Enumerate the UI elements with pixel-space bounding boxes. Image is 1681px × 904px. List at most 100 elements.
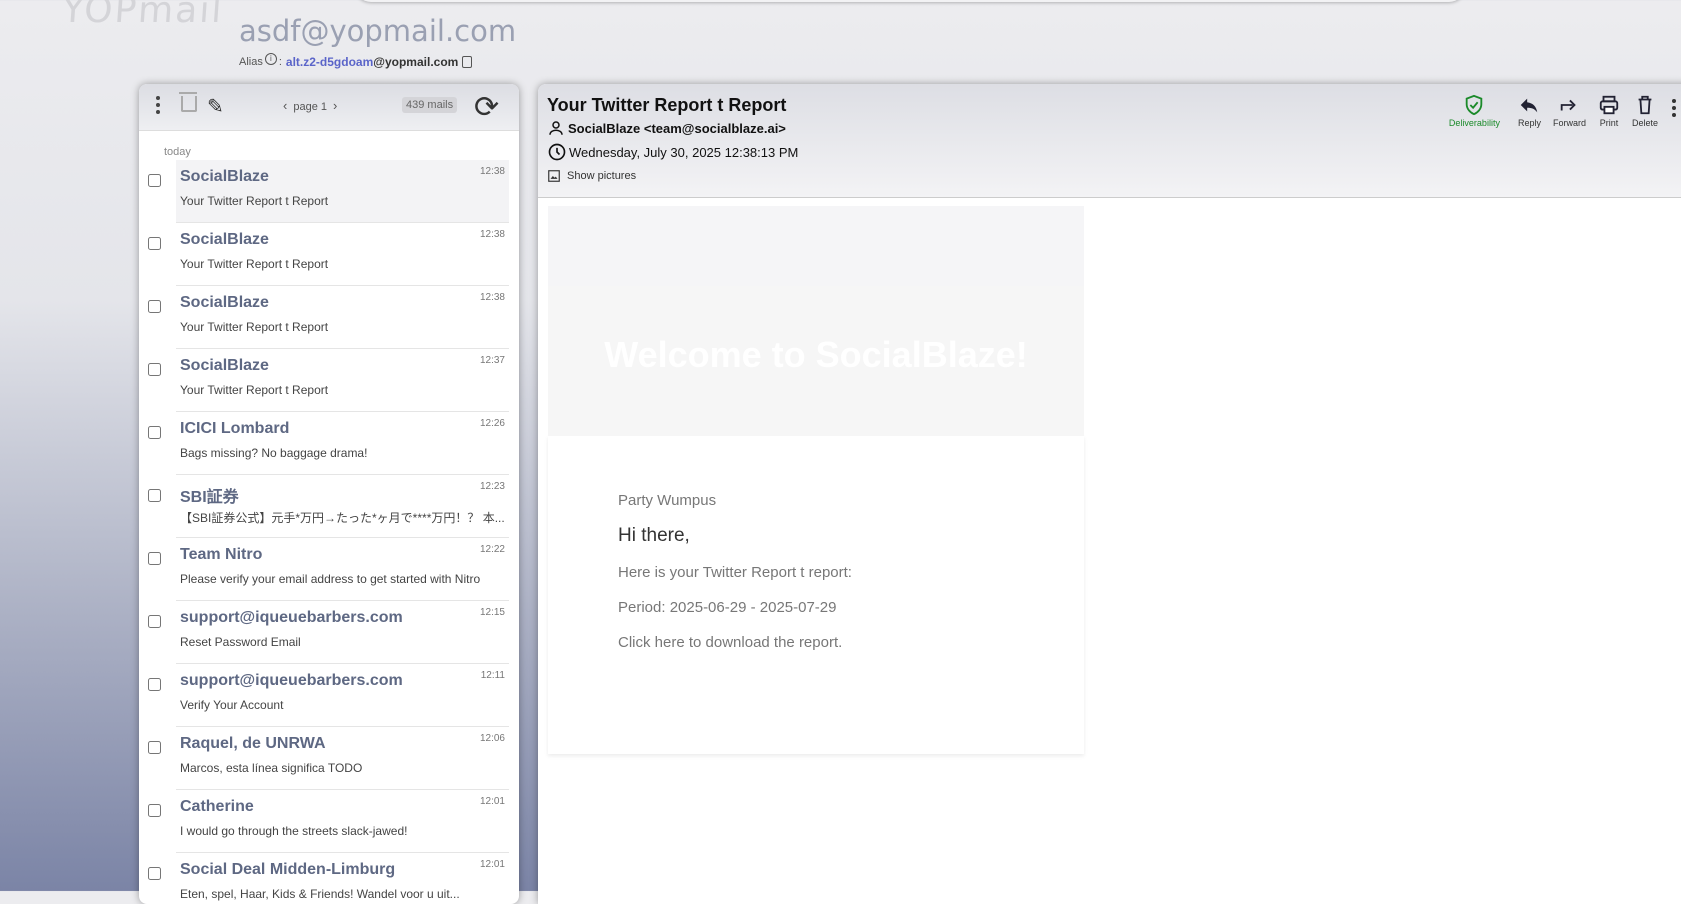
email-content: Party Wumpus Hi there, Here is your Twit… (548, 436, 1084, 754)
refresh-icon[interactable]: ⟳ (474, 90, 499, 125)
yopmail-logo[interactable]: YOPmail (60, 0, 233, 36)
mail-from: SocialBlaze (180, 231, 269, 248)
sender: SocialBlaze <team@socialblaze.ai> (568, 120, 786, 136)
alias-line: Alias i : alt.z2-d5gdoam @yopmail.com (239, 53, 473, 71)
mail-select-checkbox[interactable] (148, 489, 161, 502)
mail-list-item[interactable]: support@iqueuebarbers.com Verify Your Acc… (148, 664, 509, 727)
mail-time: 12:38 (479, 292, 505, 303)
email-brand: Party Wumpus (618, 492, 717, 509)
forward-button[interactable]: Forward (1553, 94, 1586, 128)
delete-icon (1638, 95, 1652, 115)
trash-icon[interactable] (179, 92, 197, 112)
email-intro: Here is your Twitter Report t report: (618, 564, 852, 581)
show-pictures-link[interactable]: Show pictures (547, 169, 636, 183)
mail-list-item[interactable]: ICICI Lombard Bags missing? No baggage dr… (148, 412, 509, 475)
print-icon (1599, 95, 1619, 115)
reader-actions: Deliverability Reply Forward Print Delet… (1449, 94, 1681, 128)
mail-select-checkbox[interactable] (148, 867, 161, 880)
mail-time: 12:22 (479, 544, 505, 555)
mail-subject: Your Twitter Report t Report (180, 320, 329, 334)
mail-time: 12:37 (479, 355, 505, 366)
compose-pencil-icon[interactable]: ✎ (207, 94, 224, 119)
deliverability-button[interactable]: Deliverability (1449, 94, 1500, 128)
pager: ‹ page 1 › (277, 98, 343, 113)
show-pictures-label: Show pictures (567, 170, 637, 182)
mail-list-item[interactable]: Catherine I would go through the streets … (148, 790, 509, 853)
mail-select-checkbox[interactable] (148, 300, 161, 313)
copy-icon[interactable] (462, 56, 473, 68)
mail-from: SocialBlaze (180, 168, 269, 185)
email-greeting: Hi there, (618, 525, 690, 546)
top-bar (355, 0, 1465, 2)
delete-label: Delete (1631, 118, 1658, 128)
mail-time: 12:38 (479, 166, 505, 177)
mail-list-item[interactable]: SocialBlaze Your Twitter Report t Report 1… (148, 160, 509, 223)
mail-subject: 【SBI証券公式】元手*万円→たった*ヶ月で****万円！？ 本... (180, 511, 505, 525)
reply-button[interactable]: Reply (1518, 94, 1541, 128)
forward-icon (1561, 99, 1577, 111)
mail-from: support@iqueuebarbers.com (180, 672, 403, 689)
print-button[interactable]: Print (1598, 94, 1620, 128)
image-icon (548, 170, 560, 182)
day-label: today (164, 146, 191, 158)
mail-time: 12:01 (479, 859, 505, 870)
list-menu-icon[interactable] (156, 96, 160, 117)
mail-select-checkbox[interactable] (148, 237, 161, 250)
email-body: Welcome to SocialBlaze! Party Wumpus Hi … (548, 206, 1084, 754)
mail-subject: Verify Your Account (180, 698, 284, 712)
info-icon[interactable]: i (264, 53, 277, 65)
banner-title: Welcome to SocialBlaze! (604, 334, 1028, 375)
mail-select-checkbox[interactable] (148, 615, 161, 628)
mail-list-item[interactable]: SBI証券【SBI証券公式】元手*万円→たった*ヶ月で****万円！？ 本...… (148, 475, 509, 538)
alias-label: Alias (239, 56, 263, 68)
mail-subject: Eten, spel, Haar, Kids & Friends! Wandel… (180, 887, 460, 901)
email-period: Period: 2025-06-29 - 2025-07-29 (618, 599, 837, 616)
mail-time: 12:06 (479, 733, 505, 744)
mail-date: Wednesday, July 30, 2025 12:38:13 PM (569, 144, 799, 160)
mail-from: SBI証券 (180, 489, 239, 506)
mail-subject: Marcos, esta línea significa TODO (180, 761, 363, 775)
clock-icon (548, 143, 566, 161)
account-email: asdf@yopmail.com (239, 14, 517, 48)
mail-select-checkbox[interactable] (148, 804, 161, 817)
mail-from: Raquel, de UNRWA (180, 735, 326, 752)
mail-subject: Your Twitter Report t Report (180, 383, 329, 397)
mail-from: Social Deal Midden-Limburg (180, 861, 396, 878)
delete-button[interactable]: Delete (1632, 94, 1658, 128)
mail-list-item[interactable]: Raquel, de UNRWA Marcos, esta línea signi… (148, 727, 509, 790)
next-page-icon[interactable]: › (333, 98, 337, 113)
mail-select-checkbox[interactable] (148, 552, 161, 565)
mail-select-checkbox[interactable] (148, 363, 161, 376)
mail-time: 12:23 (479, 481, 505, 492)
mail-list-item[interactable]: SocialBlaze Your Twitter Report t Report 1… (148, 286, 509, 349)
mail-list-item[interactable]: Team Nitro Please verify your email addre… (148, 538, 509, 601)
mail-count-badge: 439 mails (402, 97, 458, 113)
mail-list-item[interactable]: SocialBlaze Your Twitter Report t Report 1… (148, 223, 509, 286)
mail-list-item[interactable]: SocialBlaze Your Twitter Report t Report 1… (148, 349, 509, 412)
mail-reader-panel: Your Twitter Report t Report SocialBlaze… (538, 84, 1681, 904)
prev-page-icon[interactable]: ‹ (283, 98, 287, 113)
mail-subject: Your Twitter Report t Report (180, 257, 329, 271)
email-banner: Welcome to SocialBlaze! (548, 286, 1084, 436)
email-header-area (548, 206, 1084, 286)
mail-select-checkbox[interactable] (148, 741, 161, 754)
reply-icon (1521, 98, 1538, 113)
mail-select-checkbox[interactable] (148, 174, 161, 187)
mail-select-checkbox[interactable] (148, 426, 161, 439)
mail-select-checkbox[interactable] (148, 678, 161, 691)
deliverability-label: Deliverability (1448, 118, 1500, 128)
mail-list-item[interactable]: support@iqueuebarbers.com Reset Password … (148, 601, 509, 664)
mail-list-item[interactable]: Social Deal Midden-Limburg Eten, spel, Ha… (148, 853, 509, 904)
reply-label: Reply (1517, 118, 1541, 128)
more-actions-icon[interactable] (1672, 99, 1676, 128)
mail-time: 12:26 (479, 418, 505, 429)
mail-subject: I would go through the streets slack-jaw… (180, 824, 408, 838)
mail-list-panel: ✎ ‹ page 1 › 439 mails ⟳ today SocialBlaze… (139, 84, 519, 904)
mail-time: 12:01 (479, 796, 505, 807)
shield-check-icon (1466, 94, 1483, 116)
alias-domain: @yopmail.com (373, 55, 459, 69)
mail-time: 12:15 (479, 607, 505, 618)
download-report-link[interactable]: Click here to download the report. (618, 634, 1084, 651)
mail-subject: Reset Password Email (180, 635, 301, 649)
list-toolbar: ✎ ‹ page 1 › 439 mails ⟳ (139, 84, 519, 131)
